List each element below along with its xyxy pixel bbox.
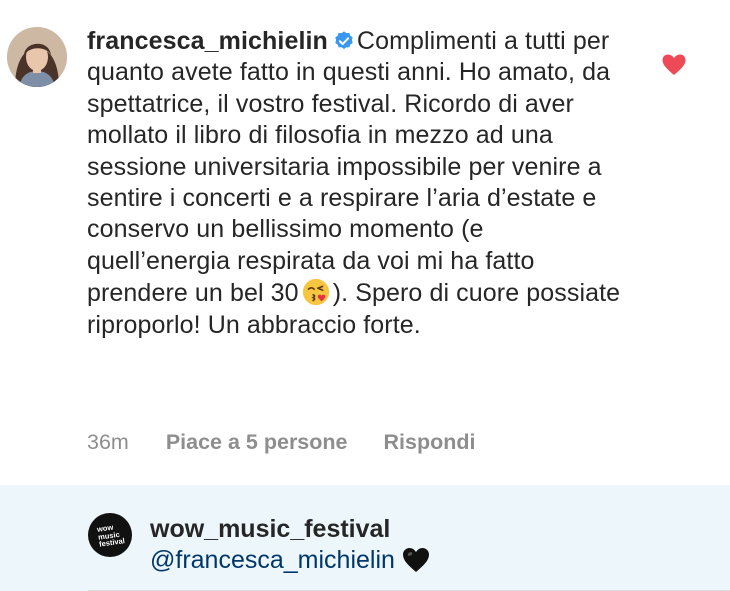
reply-button[interactable]: Rispondi	[384, 430, 476, 455]
face-blowing-kiss-emoji-icon	[302, 279, 329, 306]
comment-time: 36m	[87, 430, 129, 454]
mention-link[interactable]: @francesca_michielin	[150, 546, 395, 574]
likes-count-button[interactable]: Piace a 5 persone	[166, 430, 348, 455]
reply-avatar[interactable]: wow music festival	[88, 513, 132, 557]
comment-username[interactable]: francesca_michielin	[87, 27, 328, 55]
verified-badge-icon	[335, 31, 353, 49]
wow-music-festival-logo: wow music festival	[96, 522, 126, 549]
black-heart-emoji-icon	[402, 548, 429, 572]
logo-line-3: festival	[98, 536, 126, 549]
heart-icon[interactable]	[661, 53, 687, 77]
reply-username[interactable]: wow_music_festival	[150, 515, 390, 544]
comment-meta: 36m Piace a 5 persone Rispondi	[87, 430, 475, 455]
comment: francesca_michielin Complimenti a tutti …	[0, 0, 730, 485]
avatar[interactable]	[7, 27, 67, 87]
comment-body-part1: Complimenti a tutti per quanto avete fat…	[87, 27, 611, 308]
comment-text: francesca_michielin Complimenti a tutti …	[87, 26, 627, 341]
reply-text: @francesca_michielin	[150, 546, 431, 575]
reply-comment: wow music festival wow_music_festival @f…	[0, 485, 730, 591]
profile-photo-icon	[7, 27, 67, 87]
